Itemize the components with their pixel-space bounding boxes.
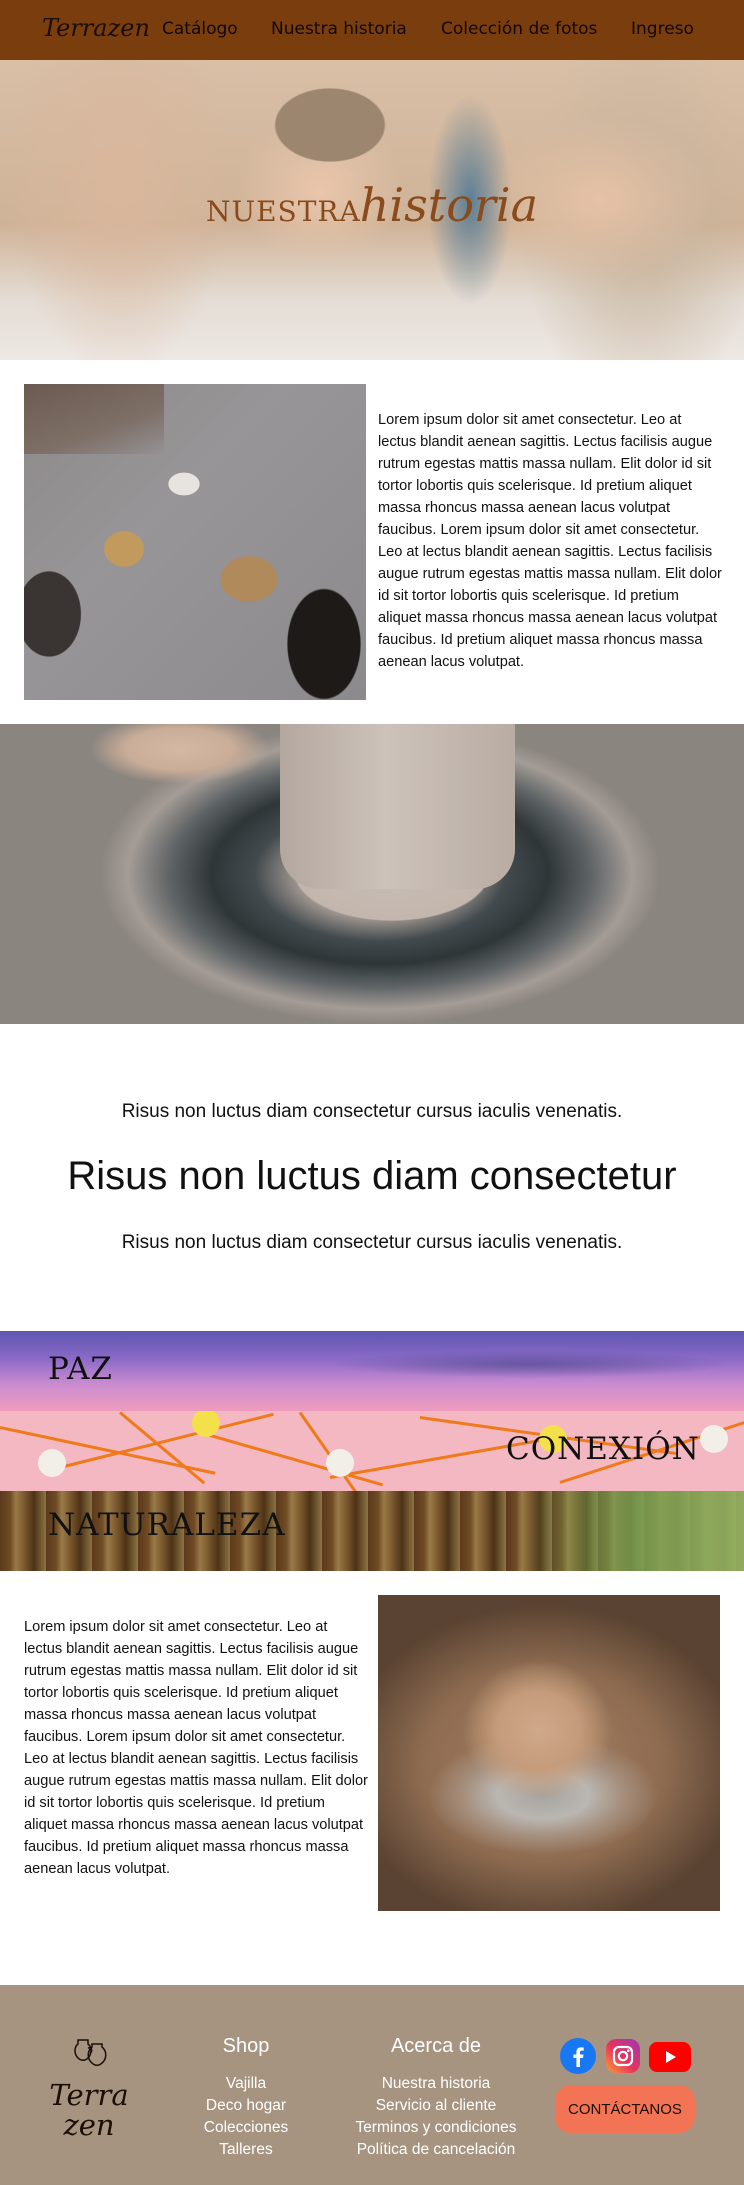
band-conexion: CONEXIÓN (0, 1411, 744, 1491)
footer-shop-heading: Shop (222, 2035, 270, 2057)
contact-button[interactable]: CONTÁCTANOS (555, 2085, 695, 2133)
hero-title-script: historia (359, 178, 539, 232)
tagline-main-heading: Risus non luctus diam consectetur (67, 1154, 677, 1198)
footer-logo-top: Terra (49, 2078, 129, 2112)
footer-link-colecciones[interactable]: Colecciones (166, 2119, 326, 2137)
footer-logo-bottom: zen (63, 2108, 115, 2142)
tagline-bottom: Risus non luctus diam consectetur cursus… (121, 1232, 623, 1253)
footer-link-cancelacion[interactable]: Política de cancelación (336, 2141, 536, 2159)
vase-logo-icon (74, 2039, 107, 2066)
clay-bowl-image (378, 1595, 720, 1911)
hero-title-plain: NUESTRA (205, 195, 361, 228)
story-paragraph-1: Lorem ipsum dolor sit amet consectetur. … (378, 412, 722, 670)
nav-link-nuestra-historia[interactable]: Nuestra historia (271, 19, 407, 39)
story-paragraph-2: Lorem ipsum dolor sit amet consectetur. … (24, 1619, 368, 1877)
footer-link-servicio-al-cliente[interactable]: Servicio al cliente (336, 2097, 536, 2115)
band-label-naturaleza: NATURALEZA (48, 1507, 286, 1543)
footer-about-heading: Acerca de (390, 2035, 482, 2057)
youtube-icon[interactable] (649, 2042, 691, 2072)
hero-banner: NUESTRA historia (0, 60, 744, 360)
hero-title: NUESTRA historia (0, 178, 744, 232)
pottery-table-image (24, 384, 366, 700)
facebook-icon[interactable] (560, 2038, 596, 2074)
brand-logo[interactable]: Terrazen (42, 14, 150, 42)
tagline-top: Risus non luctus diam consectetur cursus… (121, 1101, 623, 1122)
footer-link-talleres[interactable]: Talleres (166, 2141, 326, 2159)
footer-logo[interactable]: Terra zen (44, 2080, 134, 2140)
band-label-conexion: CONEXIÓN (506, 1431, 700, 1467)
pottery-wheel-image (0, 724, 744, 1024)
footer-link-nuestra-historia[interactable]: Nuestra historia (336, 2075, 536, 2093)
top-navbar: Terrazen Catálogo Nuestra historia Colec… (0, 0, 744, 60)
nav-link-coleccion-de-fotos[interactable]: Colección de fotos (441, 19, 597, 39)
band-label-paz: PAZ (48, 1351, 113, 1387)
band-paz: PAZ (0, 1331, 744, 1411)
nav-link-catalogo[interactable]: Catálogo (162, 19, 238, 39)
band-naturaleza: NATURALEZA (0, 1491, 744, 1571)
nav-link-ingreso[interactable]: Ingreso (631, 19, 694, 39)
instagram-icon[interactable] (606, 2039, 640, 2073)
footer-link-deco-hogar[interactable]: Deco hogar (166, 2097, 326, 2115)
footer-link-terminos[interactable]: Terminos y condiciones (336, 2119, 536, 2137)
footer-link-vajilla[interactable]: Vajilla (166, 2075, 326, 2093)
